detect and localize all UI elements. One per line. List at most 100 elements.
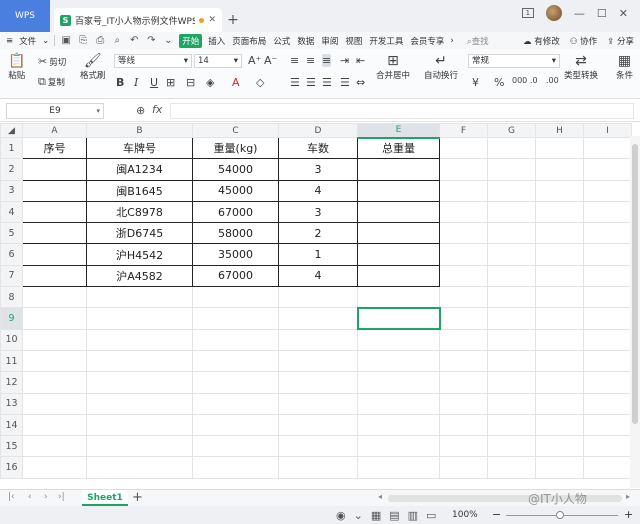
cell[interactable]	[192, 307, 279, 330]
cell[interactable]	[439, 392, 488, 415]
avatar[interactable]	[545, 5, 562, 21]
active-cell[interactable]	[356, 306, 441, 331]
chevron-down-icon[interactable]: ⌄	[42, 36, 49, 46]
column-header[interactable]: I	[583, 123, 632, 138]
cell[interactable]	[487, 286, 536, 309]
cell[interactable]	[535, 286, 584, 309]
normal-view-icon[interactable]: ▦	[371, 509, 381, 522]
print-preview-icon[interactable]: ⌕	[111, 35, 123, 46]
scrollbar-thumb[interactable]	[632, 144, 638, 424]
share-button[interactable]: ⇪ 分享	[607, 35, 634, 47]
cell[interactable]	[535, 435, 584, 458]
save-icon[interactable]: ▣	[60, 35, 72, 46]
cell[interactable]: 58000	[192, 222, 279, 245]
cell[interactable]	[583, 136, 632, 160]
cell[interactable]	[439, 264, 488, 288]
align-left-icon[interactable]: ☰	[290, 76, 300, 89]
scroll-left-icon[interactable]: ◂	[378, 492, 382, 501]
cell[interactable]	[22, 264, 87, 288]
cell[interactable]	[439, 222, 488, 245]
align-middle-icon[interactable]: ≡	[306, 54, 315, 67]
italic-icon[interactable]: I	[134, 76, 138, 89]
formula-input[interactable]	[170, 103, 634, 119]
prev-sheet-icon[interactable]: ‹	[28, 492, 32, 502]
zoom-in-icon[interactable]: +	[624, 508, 633, 521]
select-all-corner[interactable]: ◢	[0, 123, 23, 138]
menu-insert[interactable]: 插入	[207, 35, 226, 47]
cell[interactable]	[487, 435, 536, 458]
cell[interactable]: 1	[278, 243, 358, 266]
row-header[interactable]: 5	[0, 222, 23, 245]
cell[interactable]	[535, 158, 584, 181]
column-header-selected[interactable]: E	[357, 123, 440, 139]
cell[interactable]	[487, 328, 536, 351]
cell[interactable]: 闽A1234	[86, 158, 193, 181]
cell[interactable]	[535, 307, 584, 330]
cell[interactable]	[487, 349, 536, 373]
row-header[interactable]: 3	[0, 179, 23, 202]
file-menu[interactable]: 文件	[18, 35, 37, 47]
close-window-icon[interactable]: ✕	[619, 7, 628, 20]
outdent-icon[interactable]: ⇤	[356, 54, 365, 67]
column-header[interactable]: H	[535, 123, 584, 138]
add-sheet-button[interactable]: +	[132, 490, 143, 506]
cell[interactable]	[439, 200, 488, 224]
cell[interactable]	[487, 392, 536, 415]
cell[interactable]	[487, 413, 536, 437]
cell[interactable]	[357, 264, 440, 288]
cell[interactable]	[192, 371, 279, 394]
cell[interactable]	[439, 158, 488, 181]
last-sheet-icon[interactable]: ›|	[58, 492, 65, 502]
paste-button[interactable]: 📋 粘贴	[8, 53, 25, 81]
badge-icon[interactable]: 1	[521, 8, 534, 18]
font-color-icon[interactable]: A	[232, 76, 240, 89]
increase-decimal-icon[interactable]: .0	[530, 76, 538, 85]
cell[interactable]	[535, 264, 584, 288]
column-header[interactable]: A	[22, 123, 87, 138]
row-header[interactable]: 6	[0, 243, 23, 266]
cell[interactable]	[583, 392, 632, 415]
cell[interactable]	[357, 349, 440, 373]
eye-protection-icon[interactable]: ◉	[336, 509, 346, 522]
conditional-format-button[interactable]: ▦ 条件	[616, 53, 633, 81]
cell[interactable]	[583, 307, 632, 330]
minimize-icon[interactable]: —	[574, 7, 585, 20]
cell[interactable]	[583, 179, 632, 202]
cut-button[interactable]: ✂ 剪切	[38, 55, 66, 68]
sheet-tab-sheet1[interactable]: Sheet1	[82, 490, 128, 506]
zoom-out-icon[interactable]: −	[492, 508, 501, 521]
row-header[interactable]: 12	[0, 371, 23, 394]
cell[interactable]	[439, 243, 488, 266]
cell[interactable]	[357, 435, 440, 458]
view-mode-icon[interactable]: ⌄	[354, 509, 363, 522]
bold-icon[interactable]: B	[116, 76, 124, 89]
cell[interactable]	[583, 286, 632, 309]
header-cell[interactable]: 车牌号	[86, 136, 193, 160]
cell[interactable]	[535, 349, 584, 373]
cell[interactable]	[278, 307, 358, 330]
redo-icon[interactable]: ↷	[145, 35, 157, 46]
cell[interactable]	[487, 371, 536, 394]
cell[interactable]	[22, 243, 87, 266]
cell[interactable]: 沪H4542	[86, 243, 193, 266]
zoom-formula-icon[interactable]: ⊕	[136, 104, 145, 117]
cell[interactable]	[535, 243, 584, 266]
row-header-selected[interactable]: 9	[0, 307, 23, 330]
cell[interactable]	[357, 371, 440, 394]
search-box[interactable]: ⌕查找	[467, 35, 489, 47]
cell[interactable]	[583, 349, 632, 373]
type-convert-button[interactable]: ⇄ 类型转换	[564, 53, 598, 81]
cell[interactable]	[192, 286, 279, 309]
cell[interactable]	[439, 371, 488, 394]
file-tab[interactable]: S 百家号_IT小人物示例文件WPS.xlsx ✕	[54, 8, 222, 32]
cell[interactable]	[583, 200, 632, 224]
cell[interactable]	[535, 200, 584, 224]
thousands-icon[interactable]: 000	[512, 76, 527, 85]
merge-center-button[interactable]: ⊞ 合并居中	[376, 53, 410, 81]
menu-home[interactable]: 开始	[179, 33, 203, 48]
menu-data[interactable]: 数据	[296, 35, 315, 47]
column-header[interactable]: D	[278, 123, 358, 138]
cell[interactable]	[22, 349, 87, 373]
cell[interactable]	[22, 179, 87, 202]
cell[interactable]: 4	[278, 179, 358, 202]
